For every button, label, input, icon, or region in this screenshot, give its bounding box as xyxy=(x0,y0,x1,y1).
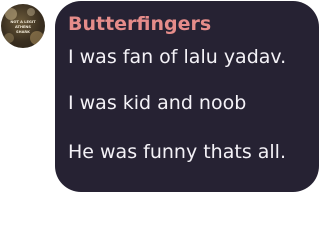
message-line: I was fan of lalu yadav. xyxy=(68,46,287,68)
avatar-caption-line: NOT A LEGIT xyxy=(10,20,36,24)
message-bubble: Butterfingers I was fan of lalu yadav. I… xyxy=(55,1,319,192)
user-avatar-icon: NOT A LEGIT ATHENS SHARK xyxy=(4,8,44,45)
message-line: He was funny thats all. xyxy=(68,141,286,163)
message-line: I was kid and noob xyxy=(68,92,247,114)
avatar[interactable]: NOT A LEGIT ATHENS SHARK xyxy=(1,4,45,48)
avatar-caption-line: ATHENS xyxy=(15,25,31,29)
author-name[interactable]: Butterfingers xyxy=(68,12,307,36)
avatar-caption-line: SHARK xyxy=(16,30,30,34)
